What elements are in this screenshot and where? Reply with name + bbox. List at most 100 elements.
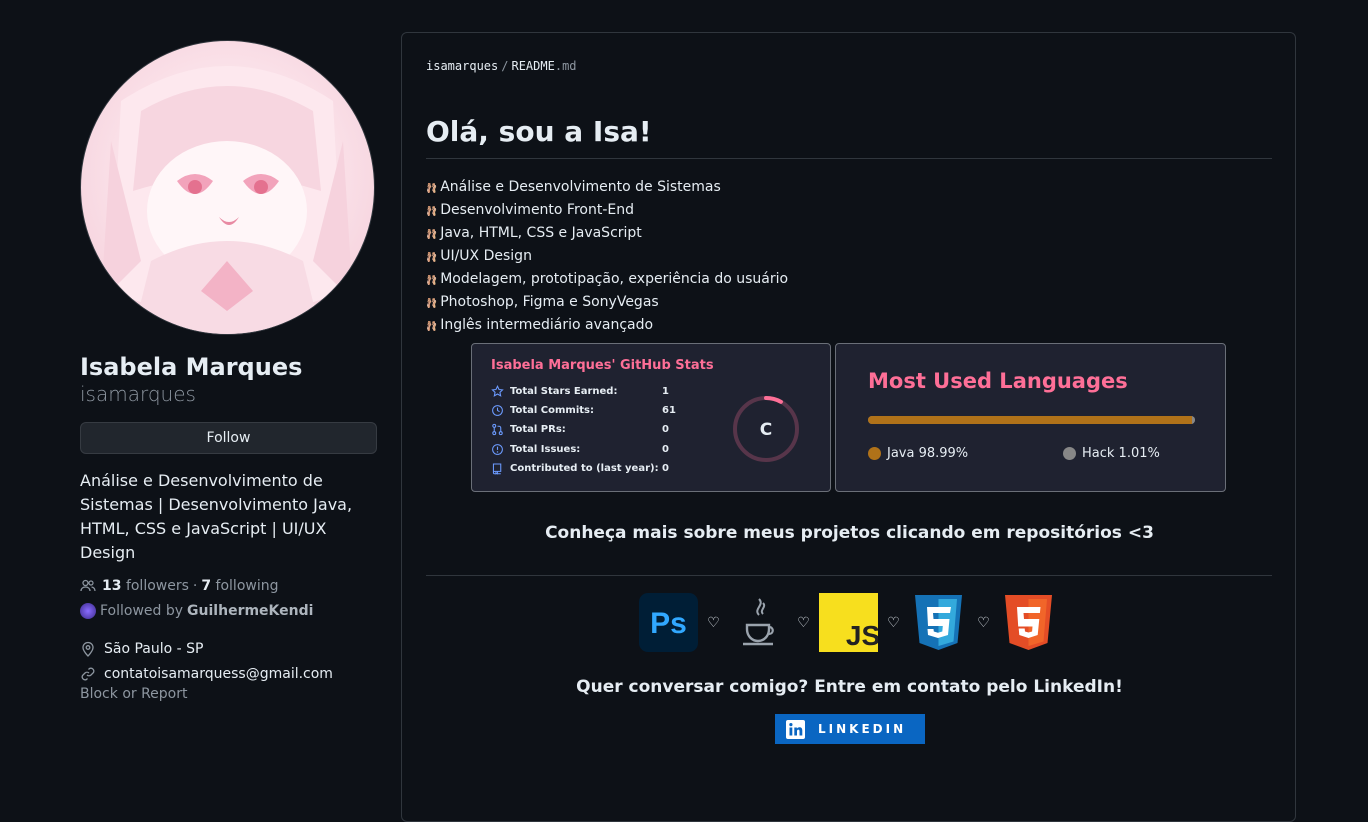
linkedin-icon (786, 719, 805, 739)
heart-separator: ♡ (977, 614, 990, 631)
most-used-languages-card[interactable]: Most Used Languages Java 98.99% Hack 1.0… (835, 343, 1226, 492)
breadcrumb-user[interactable]: isamarques (426, 59, 498, 73)
profile-full-name: Isabela Marques (80, 353, 303, 381)
languages-progress-bar (868, 416, 1195, 424)
repo-icon (491, 462, 504, 475)
projects-cta: Conheça mais sobre meus projetos clicand… (545, 523, 1154, 543)
follower-avatar[interactable] (80, 603, 96, 619)
block-or-report-link[interactable]: Block or Report (80, 686, 377, 702)
followed-by: Followed by GuilhermeKendi (80, 603, 377, 619)
email-row: contatoisamarquess@gmail.com (80, 661, 377, 686)
followed-by-user[interactable]: GuilhermeKendi (187, 603, 313, 619)
follow-stats: 13 followers · 7 following (80, 578, 377, 594)
stat-label: Total PRs: (510, 424, 566, 435)
skill-text: Análise e Desenvolvimento de Sistemas (440, 179, 721, 195)
follow-button[interactable]: Follow (80, 422, 377, 454)
stat-label: Total Commits: (510, 405, 595, 416)
following-label: following (215, 578, 279, 594)
email-link[interactable]: contatoisamarquess@gmail.com (104, 666, 333, 682)
followers-label: followers (125, 578, 189, 594)
skill-item: 🩰 Desenvolvimento Front-End (426, 200, 788, 223)
location-row: São Paulo - SP (80, 636, 377, 661)
skill-bullet-icon: 🩰 (426, 207, 438, 217)
skill-text: Inglês intermediário avançado (440, 317, 654, 333)
language-label: Java 98.99% (887, 446, 969, 461)
readme-panel: isamarques / README.md Olá, sou a Isa! 🩰 An… (401, 32, 1296, 822)
skill-item: 🩰 Modelagem, prototipação, experiência do… (426, 269, 788, 292)
tech-icons-row: Ps ♡ ♡ JS ♡ ♡ (639, 593, 1058, 652)
linkedin-badge-label: LINKEDIN (818, 722, 907, 736)
html5-icon (999, 593, 1058, 652)
stat-value: 0 (662, 463, 669, 474)
skill-bullet-icon: 🩰 (426, 253, 438, 263)
followers-link[interactable]: 13 followers (102, 578, 189, 594)
language-item-java: Java 98.99% (868, 446, 968, 461)
heading-divider (426, 158, 1272, 159)
star-icon (491, 385, 504, 398)
skill-text: Photoshop, Figma e SonyVegas (440, 294, 659, 310)
people-icon (80, 578, 96, 594)
javascript-icon: JS (819, 593, 878, 652)
profile-sidebar: Isabela Marques isamarques Follow Anális… (80, 40, 377, 702)
skill-item: 🩰 Análise e Desenvolvimento de Sistemas (426, 177, 788, 200)
follow-separator: · (192, 578, 198, 594)
skill-text: Desenvolvimento Front-End (440, 202, 635, 218)
vcard-details: São Paulo - SP contatoisamarquess@gmail.… (80, 636, 377, 686)
stat-value: 0 (662, 424, 669, 435)
profile-login: isamarques (80, 382, 196, 406)
contact-cta: Quer conversar comigo? Entre em contato … (576, 677, 1123, 697)
heart-separator: ♡ (797, 614, 810, 631)
stat-row-commits: Total Commits: 61 (491, 404, 676, 417)
svg-text:Ps: Ps (650, 607, 687, 640)
heart-separator: ♡ (887, 614, 900, 631)
stat-label: Total Issues: (510, 444, 581, 455)
stat-label: Contributed to (last year): (510, 463, 659, 474)
photoshop-icon: Ps (639, 593, 698, 652)
profile-bio: Análise e Desenvolvimento de Sistemas | … (80, 471, 353, 562)
skill-item: 🩰 Photoshop, Figma e SonyVegas (426, 292, 788, 315)
skill-item: 🩰 UI/UX Design (426, 246, 788, 269)
grade-ring: C (731, 394, 801, 468)
stat-row-stars: Total Stars Earned: 1 (491, 385, 669, 398)
stat-row-contributed: Contributed to (last year): 0 (491, 462, 669, 475)
stat-value: 1 (662, 386, 669, 397)
github-stats-card[interactable]: Isabela Marques' GitHub Stats Total Star… (471, 343, 831, 492)
pull-request-icon (491, 423, 504, 436)
issue-icon (491, 443, 504, 456)
language-label: Hack 1.01% (1082, 446, 1160, 461)
followers-count: 13 (102, 578, 122, 594)
readme-breadcrumb: isamarques / README.md (426, 59, 577, 73)
stat-label: Total Stars Earned: (510, 386, 618, 397)
following-count: 7 (201, 578, 212, 594)
languages-card-title: Most Used Languages (868, 369, 1128, 393)
following-link[interactable]: 7 following (201, 578, 278, 594)
css3-icon (909, 593, 968, 652)
grade-letter: C (760, 420, 772, 440)
skill-bullet-icon: 🩰 (426, 299, 438, 309)
skill-bullet-icon: 🩰 (426, 276, 438, 286)
location-text: São Paulo - SP (104, 640, 204, 657)
link-icon (80, 666, 96, 682)
language-bar-segment-java (868, 416, 1192, 424)
java-icon (729, 593, 788, 652)
skill-text: Java, HTML, CSS e JavaScript (440, 225, 642, 241)
skill-bullet-icon: 🩰 (426, 230, 438, 240)
language-item-hack: Hack 1.01% (1063, 446, 1160, 461)
skill-bullet-icon: 🩰 (426, 322, 438, 332)
heart-separator: ♡ (707, 614, 720, 631)
skills-list: 🩰 Análise e Desenvolvimento de Sistemas 🩰… (426, 177, 788, 338)
avatar-illustration (101, 66, 353, 334)
readme-heading: Olá, sou a Isa! (426, 115, 652, 148)
location-icon (80, 641, 96, 657)
history-icon (491, 404, 504, 417)
svg-text:JS: JS (846, 620, 878, 651)
language-bar-segment-hack (1191, 416, 1195, 424)
language-color-dot (868, 447, 881, 460)
breadcrumb-file: README (511, 59, 555, 73)
section-divider (426, 575, 1272, 576)
skill-item: 🩰 Inglês intermediário avançado (426, 315, 788, 338)
profile-avatar[interactable] (80, 40, 375, 335)
stats-card-title: Isabela Marques' GitHub Stats (491, 358, 714, 373)
skill-bullet-icon: 🩰 (426, 184, 438, 194)
linkedin-badge-button[interactable]: LINKEDIN (775, 714, 925, 744)
